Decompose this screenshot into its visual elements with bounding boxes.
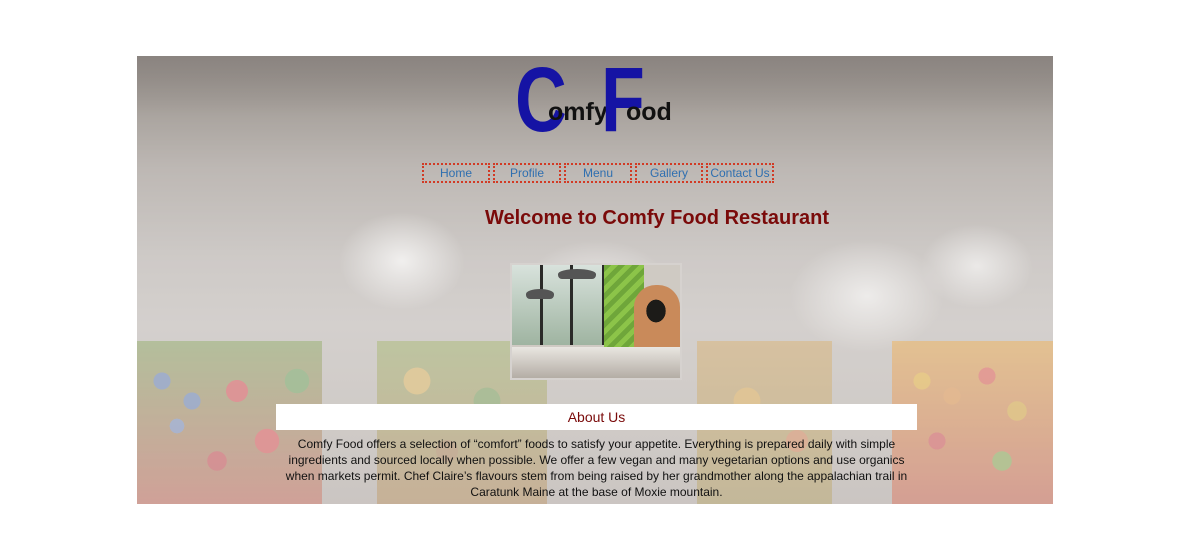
- photo-pendant-lamp: [558, 269, 596, 279]
- nav-gallery-link[interactable]: Gallery: [635, 163, 703, 183]
- main-navigation: Home Profile Menu Gallery Contact Us: [422, 163, 774, 183]
- restaurant-interior-photo: [510, 263, 682, 380]
- about-us-heading: About Us: [276, 404, 917, 430]
- photo-counter: [512, 347, 680, 378]
- page-container: C omfy F ood Home Profile Menu Gallery C…: [137, 56, 1053, 504]
- logo-text-omfy: omfy: [548, 98, 608, 126]
- about-us-text: Comfy Food offers a selection of “comfor…: [285, 437, 908, 499]
- logo-text-ood: ood: [626, 98, 672, 126]
- nav-contact-link[interactable]: Contact Us: [706, 163, 774, 183]
- photo-pizza-oven: [634, 285, 680, 355]
- nav-menu-link[interactable]: Menu: [564, 163, 632, 183]
- nav-home-link[interactable]: Home: [422, 163, 490, 183]
- photo-window-frame: [540, 265, 543, 345]
- site-logo[interactable]: C omfy F ood: [515, 56, 680, 146]
- welcome-heading: Welcome to Comfy Food Restaurant: [484, 207, 830, 229]
- nav-profile-link[interactable]: Profile: [493, 163, 561, 183]
- photo-pendant-lamp: [526, 289, 554, 299]
